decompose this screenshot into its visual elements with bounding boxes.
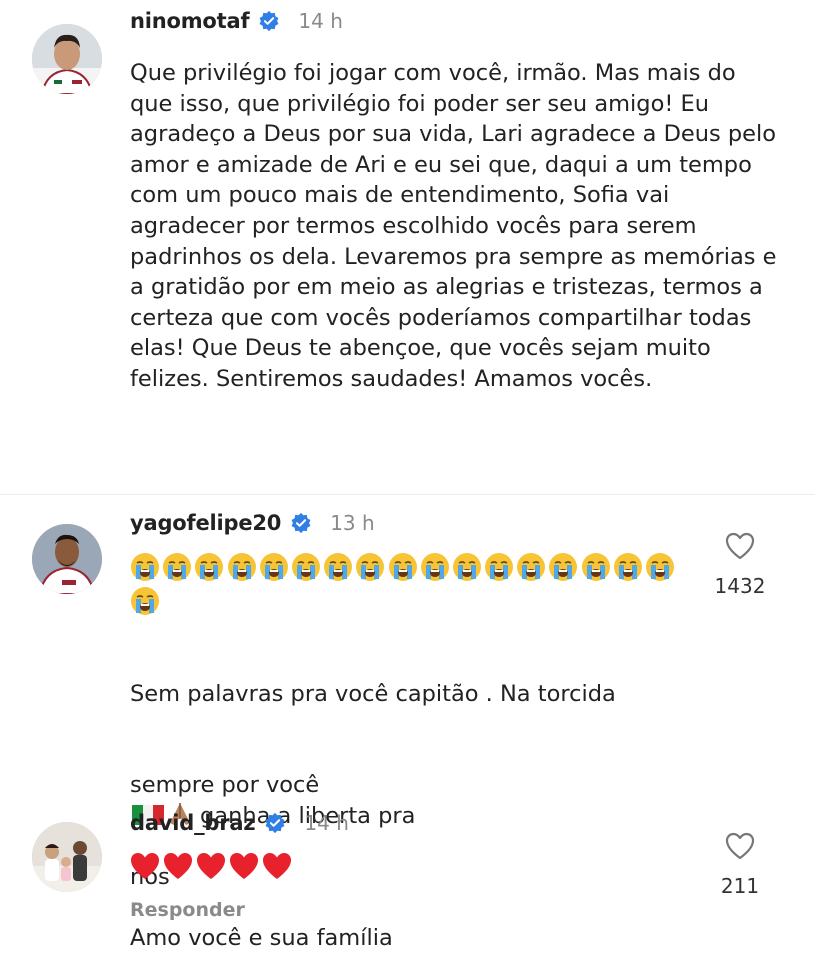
- crying-face-emoji: [324, 553, 353, 581]
- like-count: 211: [720, 874, 760, 898]
- verified-badge-icon: [291, 512, 311, 534]
- crying-face-emoji: [356, 553, 385, 581]
- red-heart-emoji: [263, 853, 291, 879]
- crying-face-emoji: [646, 553, 674, 581]
- crying-face-emoji: [131, 553, 159, 581]
- heart-outline-icon[interactable]: [725, 832, 755, 860]
- red-heart-emoji: [164, 853, 192, 879]
- crying-face-emoji: [388, 553, 417, 581]
- emoji-row: [130, 552, 690, 620]
- comment-line: Sem palavras pra você capitão . Na torci…: [130, 680, 616, 707]
- comment-line: Amo você e sua família: [130, 925, 393, 952]
- like-control: 1432: [705, 532, 775, 598]
- crying-face-emoji: [485, 553, 514, 581]
- red-heart-emoji: [197, 853, 225, 879]
- username[interactable]: yagofelipe20: [130, 511, 281, 535]
- like-control: 211: [705, 832, 775, 898]
- username[interactable]: ninomotaf: [130, 9, 250, 33]
- avatar[interactable]: [32, 524, 102, 594]
- verified-badge-icon: [259, 10, 279, 32]
- comment-header: david_braz 14 h: [130, 808, 349, 838]
- timestamp: 13 h: [330, 511, 375, 535]
- reply-button[interactable]: Responder: [130, 899, 245, 921]
- crying-face-emoji: [581, 553, 610, 581]
- comment-header: ninomotaf 14 h: [130, 6, 343, 36]
- crying-face-emoji: [613, 553, 642, 581]
- crying-face-emoji: [131, 587, 159, 615]
- comment-text-part: sempre por você: [130, 772, 320, 799]
- crying-face-emoji: [420, 553, 449, 581]
- crying-face-emoji: [163, 553, 192, 581]
- crying-face-emoji: [195, 553, 224, 581]
- crying-face-emoji: [452, 553, 481, 581]
- avatar[interactable]: [32, 24, 102, 94]
- emoji-row: [130, 852, 690, 880]
- timestamp: 14 h: [298, 9, 343, 33]
- verified-badge-icon: [265, 812, 285, 834]
- crying-face-emoji: [549, 553, 578, 581]
- crying-face-emoji: [259, 553, 288, 581]
- username[interactable]: david_braz: [130, 811, 256, 835]
- comment-text: Que privilégio foi jogar com você, irmão…: [130, 60, 777, 392]
- heart-outline-icon[interactable]: [725, 532, 755, 560]
- red-heart-emoji: [230, 853, 258, 879]
- crying-face-emoji: [517, 553, 546, 581]
- crying-face-emoji: [227, 553, 256, 581]
- timestamp: 14 h: [304, 811, 349, 835]
- crying-face-emoji: [291, 553, 320, 581]
- divider: [0, 494, 815, 495]
- like-count: 1432: [714, 574, 766, 598]
- red-heart-emoji: [131, 853, 159, 879]
- comment-header: yagofelipe20 13 h: [130, 508, 375, 538]
- avatar[interactable]: [32, 822, 102, 892]
